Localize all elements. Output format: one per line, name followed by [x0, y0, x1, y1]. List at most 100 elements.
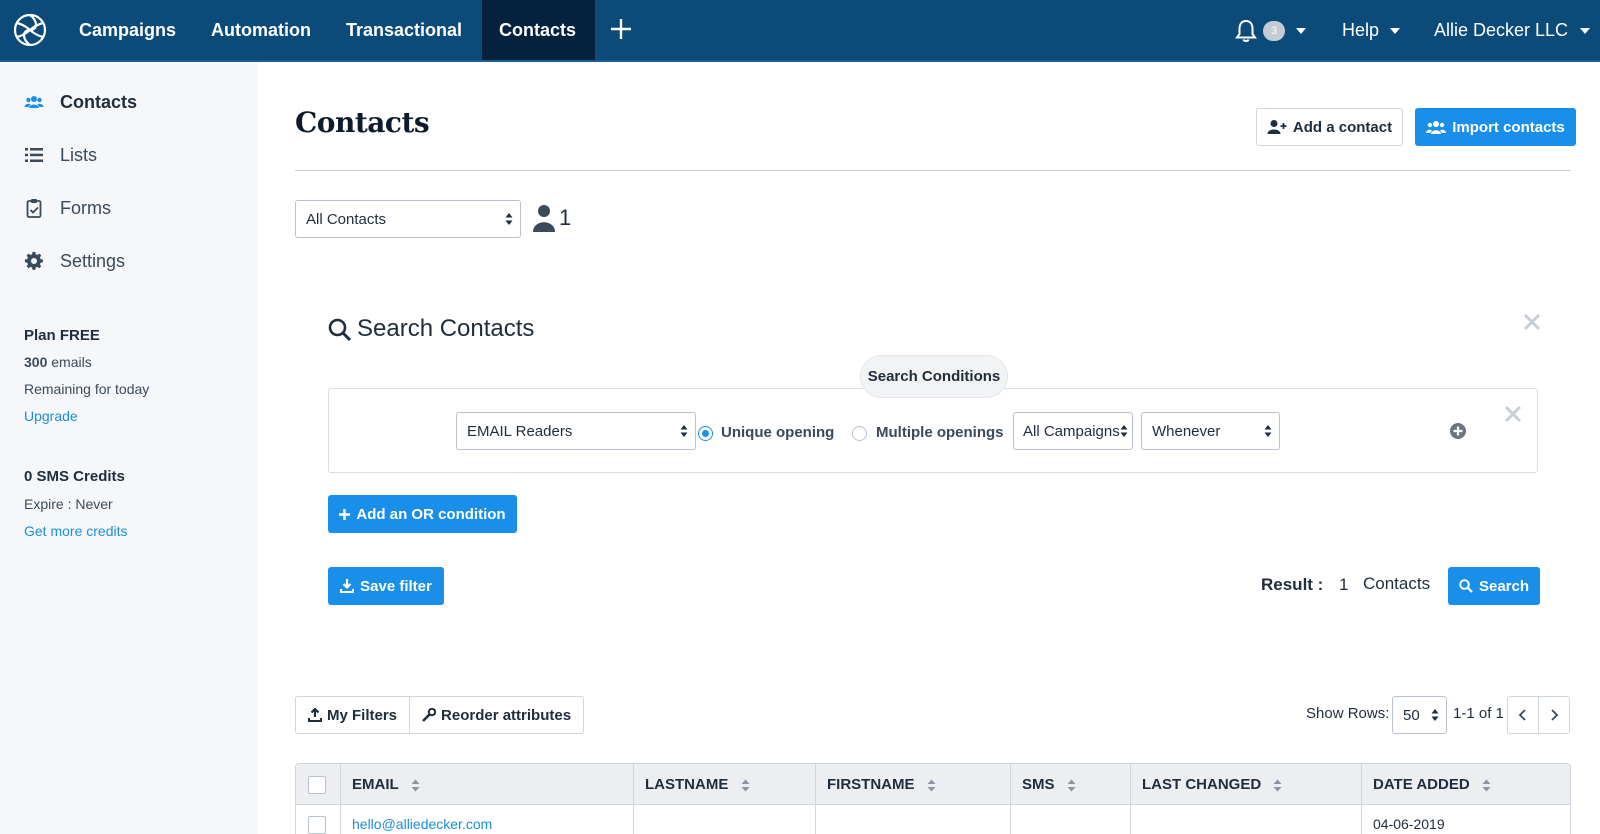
notification-count-badge: 3 — [1263, 21, 1285, 41]
plan-remaining: Remaining for today — [24, 381, 150, 397]
sidebar-item-label: Settings — [60, 250, 126, 271]
sidebar: Contacts Lists Forms Settings Plan FREE … — [0, 62, 258, 834]
multiple-openings-label[interactable]: Multiple openings — [876, 424, 1004, 441]
user-plus-icon — [1267, 120, 1287, 134]
add-contact-label: Add a contact — [1292, 118, 1393, 136]
download-icon — [340, 579, 355, 593]
chevron-right-icon — [1551, 709, 1559, 721]
header-divider — [295, 170, 1571, 171]
search-icon — [328, 318, 352, 342]
save-filter-label: Save filter — [360, 577, 432, 595]
sort-icon — [1273, 779, 1282, 792]
sort-icon — [1067, 779, 1076, 792]
row-date-added: 04-06-2019 — [1373, 816, 1445, 832]
get-more-credits-link[interactable]: Get more credits — [24, 523, 127, 539]
select-arrows-icon — [505, 213, 513, 225]
search-conditions-label: Search Conditions — [860, 355, 1008, 398]
search-button-label: Search — [1478, 577, 1530, 595]
nav-contacts[interactable]: Contacts — [482, 0, 595, 60]
row-email-link[interactable]: hello@alliedecker.com — [352, 816, 492, 832]
add-or-condition-button[interactable]: Add an OR condition — [328, 495, 517, 533]
campaign-select[interactable]: All Campaigns — [1013, 412, 1133, 450]
column-header-label: EMAIL — [352, 776, 399, 793]
upload-icon — [308, 708, 322, 722]
my-filters-button[interactable]: My Filters — [296, 697, 409, 733]
condition-type-select[interactable]: EMAIL Readers — [456, 412, 696, 450]
select-arrows-icon — [1120, 425, 1128, 437]
nav-campaigns[interactable]: Campaigns — [62, 0, 193, 60]
reorder-attributes-button[interactable]: Reorder attributes — [409, 697, 583, 733]
column-header-label: LAST CHANGED — [1142, 776, 1262, 793]
account-caret-icon[interactable] — [1580, 28, 1590, 34]
bell-icon[interactable] — [1234, 18, 1258, 44]
list-icon — [25, 148, 43, 162]
plan-title: Plan FREE — [24, 327, 100, 344]
multiple-openings-radio[interactable] — [852, 426, 867, 441]
sort-icon — [927, 779, 936, 792]
sidebar-item-label: Lists — [60, 144, 98, 165]
next-page-button[interactable] — [1538, 696, 1570, 734]
column-header-label: DATE ADDED — [1373, 776, 1470, 793]
rows-per-page-select[interactable]: 50 — [1392, 696, 1447, 734]
wrench-icon — [422, 708, 437, 722]
nav-transactional[interactable]: Transactional — [329, 0, 479, 60]
search-button[interactable]: Search — [1448, 567, 1540, 605]
sidebar-item-settings[interactable]: Settings — [24, 246, 125, 276]
select-arrows-icon — [1264, 425, 1272, 437]
select-all-checkbox[interactable] — [308, 776, 326, 794]
sendinblue-logo-icon[interactable] — [12, 12, 48, 48]
sms-credits-title: 0 SMS Credits — [24, 468, 125, 485]
notifications-caret-icon[interactable] — [1296, 28, 1306, 34]
unique-opening-radio[interactable] — [698, 426, 713, 441]
contact-list-select[interactable]: All Contacts — [295, 200, 521, 238]
column-header-email[interactable]: EMAIL — [340, 764, 420, 805]
help-caret-icon[interactable] — [1390, 28, 1400, 34]
row-checkbox[interactable] — [308, 816, 326, 834]
column-header-date-added[interactable]: DATE ADDED — [1361, 764, 1491, 805]
upgrade-link[interactable]: Upgrade — [24, 408, 78, 424]
time-range-select[interactable]: Whenever — [1141, 412, 1280, 450]
help-menu[interactable]: Help — [1342, 0, 1379, 60]
plan-emails-unit: emails — [51, 354, 92, 370]
search-icon — [1459, 579, 1473, 593]
column-header-label: SMS — [1022, 776, 1055, 793]
search-condition-box: EMAIL Readers Unique opening Multiple op… — [328, 388, 1538, 473]
table-toolbar-group: My Filters Reorder attributes — [295, 696, 585, 734]
sidebar-item-forms[interactable]: Forms — [24, 193, 111, 223]
column-header-sms[interactable]: SMS — [1010, 764, 1076, 805]
contact-list-select-value: All Contacts — [306, 210, 387, 228]
column-header-last-changed[interactable]: LAST CHANGED — [1130, 764, 1282, 805]
select-arrows-icon — [680, 425, 688, 437]
nav-automation[interactable]: Automation — [194, 0, 328, 60]
select-arrows-icon — [1431, 709, 1439, 721]
page-title: Contacts — [295, 106, 430, 139]
remove-condition-icon[interactable] — [1503, 404, 1523, 424]
plus-icon — [339, 508, 351, 520]
sidebar-item-label: Contacts — [60, 91, 138, 112]
time-range-value: Whenever — [1152, 422, 1221, 440]
column-header-firstname[interactable]: FIRSTNAME — [815, 764, 936, 805]
contact-count: 1 — [559, 205, 572, 230]
plan-emails-count: 300 — [24, 354, 48, 370]
account-menu[interactable]: Allie Decker LLC — [1434, 0, 1568, 60]
sidebar-item-lists[interactable]: Lists — [24, 140, 97, 170]
close-search-icon[interactable] — [1522, 312, 1542, 332]
add-condition-icon[interactable] — [1449, 422, 1467, 440]
user-icon — [533, 205, 555, 232]
users-icon — [24, 96, 44, 108]
search-contacts-title: Search Contacts — [357, 315, 535, 342]
column-header-lastname[interactable]: LASTNAME — [633, 764, 750, 805]
save-filter-button[interactable]: Save filter — [328, 567, 444, 605]
sidebar-item-contacts[interactable]: Contacts — [24, 87, 137, 117]
plus-icon[interactable] — [608, 16, 634, 42]
condition-type-value: EMAIL Readers — [467, 422, 573, 440]
contacts-table: EMAIL LASTNAME FIRSTNAME SMS LAST CHANGE… — [295, 763, 1571, 834]
pagination-range: 1-1 of 1 — [1453, 705, 1504, 722]
prev-page-button[interactable] — [1507, 696, 1539, 734]
import-contacts-button[interactable]: Import contacts — [1415, 108, 1576, 146]
chevron-left-icon — [1518, 709, 1526, 721]
top-navbar: Campaigns Automation Transactional Conta… — [0, 0, 1600, 62]
column-header-label: LASTNAME — [645, 776, 729, 793]
unique-opening-label[interactable]: Unique opening — [721, 424, 834, 441]
add-contact-button[interactable]: Add a contact — [1256, 108, 1403, 146]
